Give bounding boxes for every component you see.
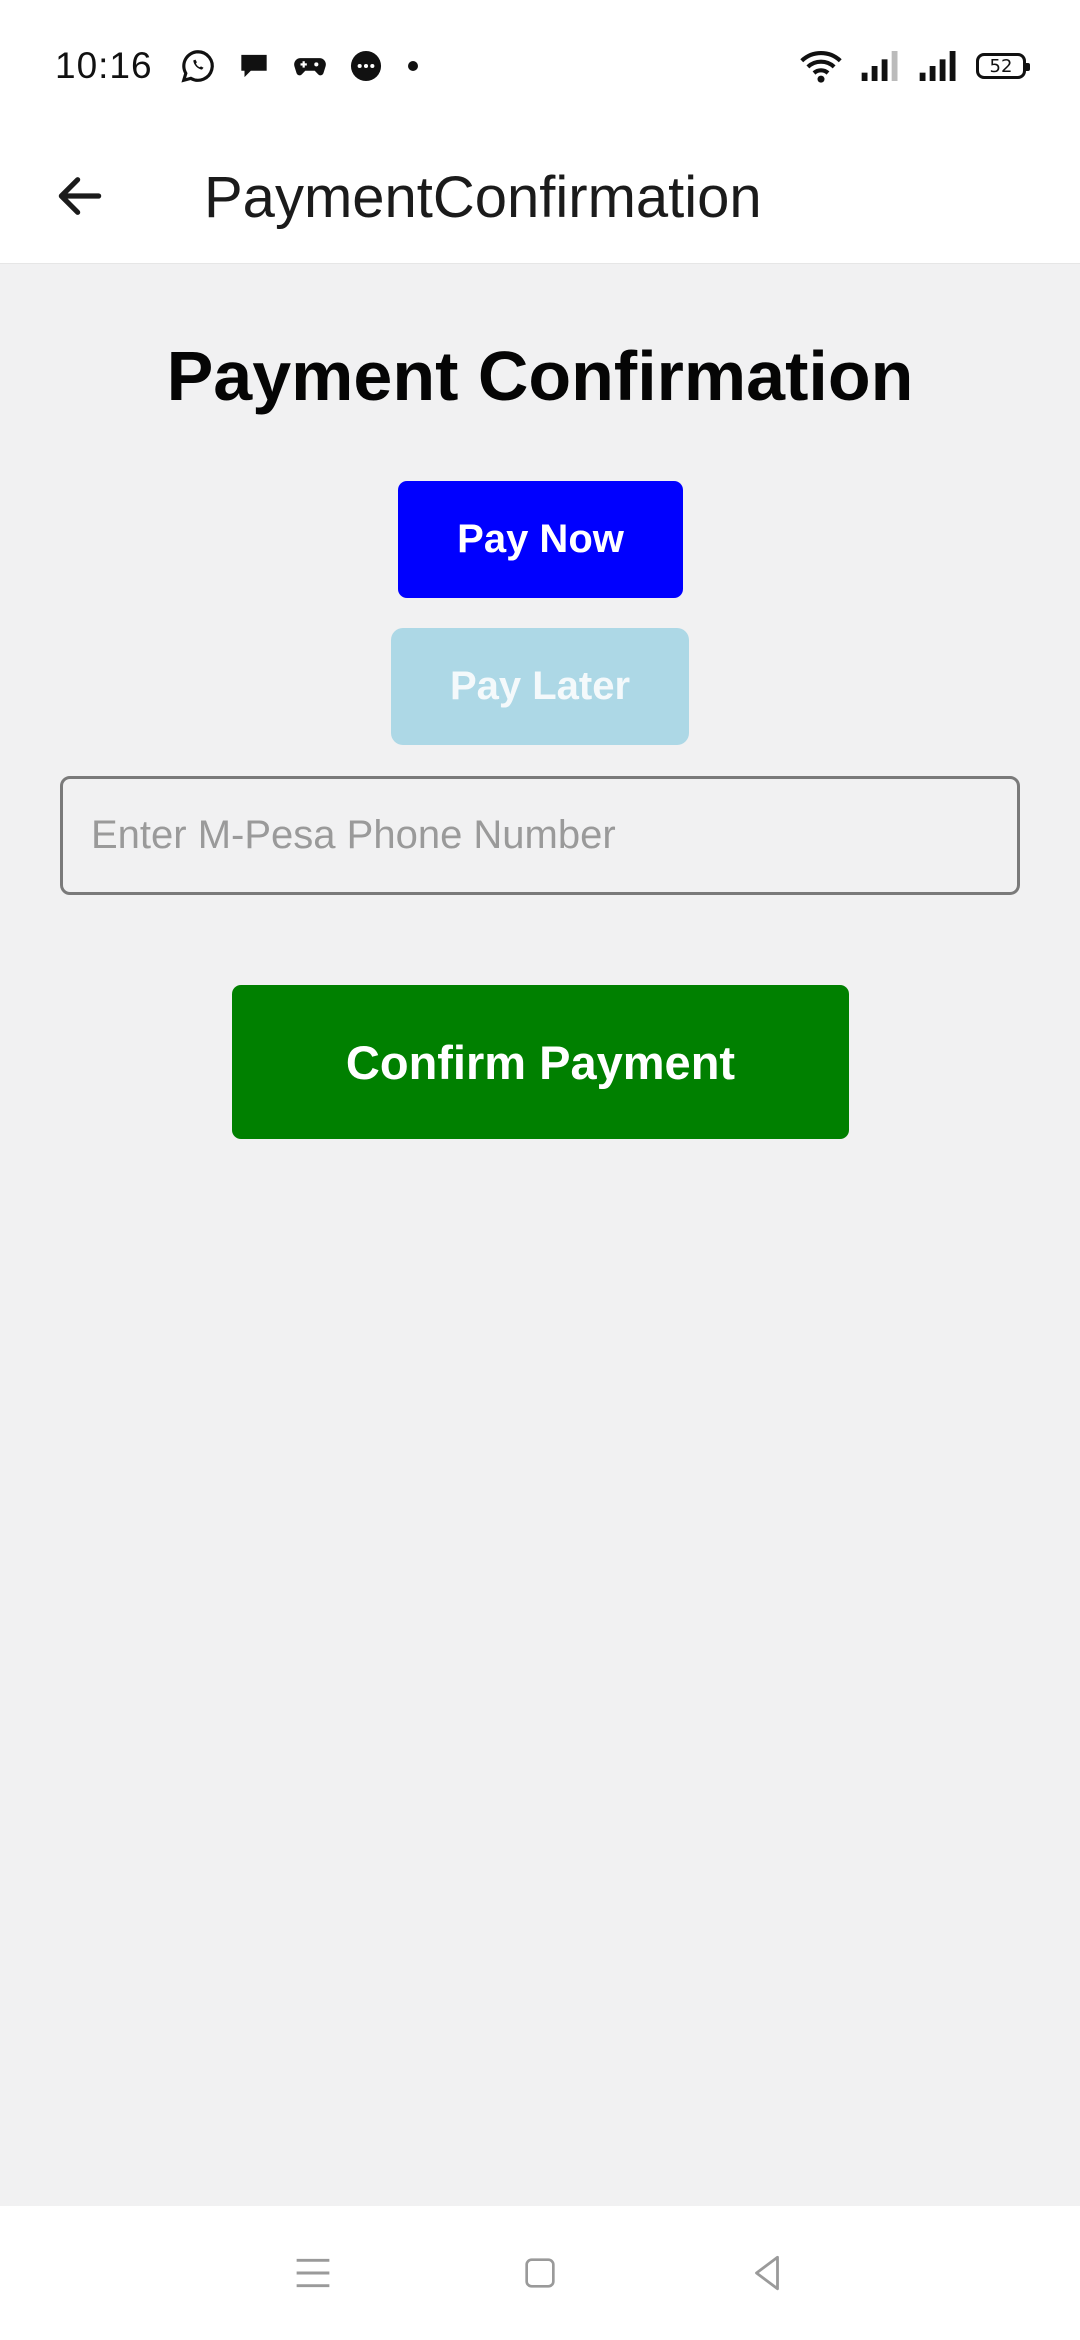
dot-icon	[403, 56, 423, 76]
menu-icon	[296, 2258, 330, 2288]
app-bar-title: PaymentConfirmation	[204, 165, 762, 230]
recents-button[interactable]	[273, 2233, 353, 2313]
status-bar: 10:16 52	[0, 0, 1080, 132]
system-icons: 52	[800, 48, 1030, 84]
app-bar: PaymentConfirmation	[0, 132, 1080, 264]
back-triangle-icon	[754, 2255, 779, 2291]
messenger-icon	[347, 47, 385, 85]
whatsapp-icon	[179, 47, 217, 85]
chat-bubble-icon	[235, 47, 273, 85]
confirm-payment-button[interactable]: Confirm Payment	[232, 985, 849, 1139]
pay-now-button[interactable]: Pay Now	[398, 481, 683, 598]
home-icon	[525, 2258, 555, 2288]
battery-icon: 52	[976, 53, 1030, 79]
home-button[interactable]	[500, 2233, 580, 2313]
signal-icon-sim2	[918, 49, 958, 83]
arrow-back-icon	[58, 177, 102, 215]
status-time: 10:16	[55, 45, 153, 86]
game-controller-icon	[291, 47, 329, 85]
wifi-icon	[800, 48, 842, 84]
screen: 10:16 52 PaymentConfirmation Payment Con…	[0, 0, 1080, 2340]
nav-back-button[interactable]	[727, 2233, 807, 2313]
system-nav-bar	[0, 2206, 1080, 2340]
payment-content: Payment Confirmation Pay Now Pay Later C…	[0, 264, 1080, 2206]
notification-icons	[179, 47, 423, 85]
signal-icon-sim1	[860, 49, 900, 83]
battery-level: 52	[989, 55, 1013, 77]
back-button[interactable]	[48, 164, 112, 228]
pay-later-button[interactable]: Pay Later	[391, 628, 689, 745]
mpesa-phone-input[interactable]	[60, 776, 1020, 895]
page-title: Payment Confirmation	[166, 337, 914, 415]
